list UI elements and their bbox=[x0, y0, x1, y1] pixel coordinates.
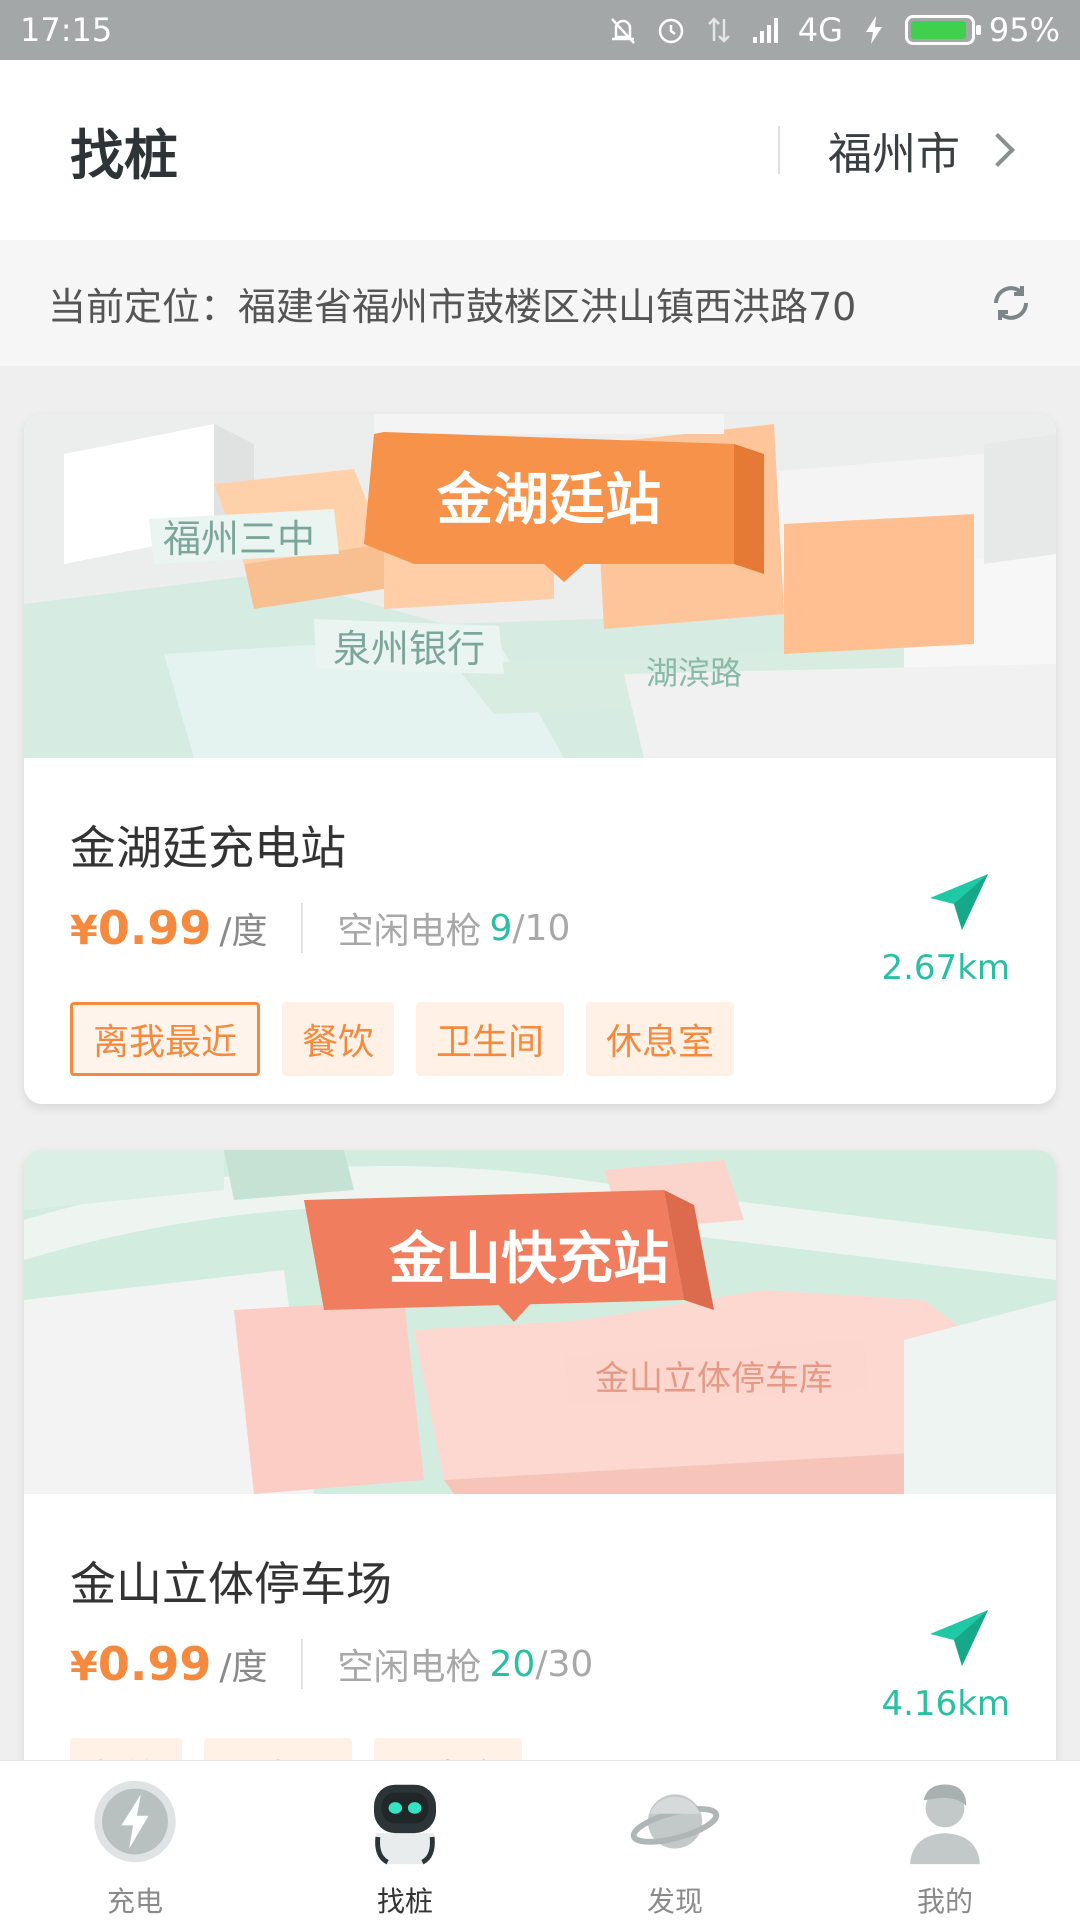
tab-label: 发现 bbox=[646, 1885, 703, 1918]
tab-discover[interactable]: 发现 bbox=[540, 1761, 810, 1920]
tab-find-pile[interactable]: 找桩 bbox=[270, 1761, 540, 1920]
station-name: 金湖廷充电站 bbox=[70, 821, 346, 875]
tab-mine[interactable]: 我的 bbox=[810, 1761, 1080, 1920]
tab-label: 充电 bbox=[106, 1885, 163, 1918]
divider bbox=[301, 903, 304, 953]
map-label: 福州三中 bbox=[163, 517, 315, 561]
tab-label: 找桩 bbox=[376, 1885, 433, 1918]
page-title: 找桩 bbox=[70, 123, 178, 187]
map-label: 湖滨路 bbox=[646, 654, 742, 692]
idle-guns-label: 空闲电枪 bbox=[337, 1647, 482, 1688]
currency-symbol: ¥ bbox=[70, 1644, 98, 1690]
tag-nearest: 离我最近 bbox=[70, 1002, 261, 1076]
station-map-image: 金山快充站 金山立体停车库 bbox=[24, 1150, 1056, 1494]
tag-list: 离我最近 餐饮 卫生间 休息室 bbox=[70, 1002, 1010, 1076]
alarm-icon bbox=[658, 18, 683, 44]
map-station-title: 金湖廷站 bbox=[436, 468, 661, 533]
idle-guns-total: /10 bbox=[512, 907, 571, 949]
signal-icon bbox=[752, 18, 778, 43]
idle-guns-free: 9 bbox=[489, 907, 513, 949]
price-row: ¥0.99 /度 空闲电枪 20/30 bbox=[70, 1632, 1010, 1696]
idle-guns-label: 空闲电枪 bbox=[337, 911, 482, 952]
map-label: 泉州银行 bbox=[333, 627, 485, 671]
price: ¥0.99 bbox=[70, 1637, 211, 1691]
current-location-bar: 当前定位：福建省福州市鼓楼区洪山镇西洪路70 bbox=[0, 240, 1080, 366]
status-time: 17:15 bbox=[20, 11, 113, 49]
currency-symbol: ¥ bbox=[70, 908, 98, 954]
idle-guns-total: /30 bbox=[535, 1643, 594, 1685]
city-name: 福州市 bbox=[828, 129, 960, 180]
price-unit: /度 bbox=[219, 1647, 268, 1688]
distance: 2.67km bbox=[881, 948, 1010, 988]
station-map-image: 金湖廷站 福州三中 泉州银行 湖滨路 bbox=[24, 414, 1056, 758]
current-location-text: 当前定位：福建省福州市鼓楼区洪山镇西洪路70 bbox=[48, 284, 857, 329]
bottom-nav: 充电 找桩 发现 我的 bbox=[0, 1760, 1080, 1920]
planet-icon bbox=[630, 1794, 720, 1849]
data-arrows-icon bbox=[707, 17, 730, 43]
robot-icon bbox=[374, 1784, 436, 1865]
station-info: 金湖廷充电站 ¥0.99 /度 空闲电枪 9/10 2.67km 离我最近 餐饮… bbox=[24, 812, 1056, 1076]
tab-charge[interactable]: 充电 bbox=[0, 1761, 270, 1920]
charging-icon bbox=[865, 16, 882, 44]
battery-icon bbox=[904, 15, 981, 45]
navigate-icon[interactable] bbox=[924, 866, 994, 936]
divider bbox=[301, 1639, 304, 1689]
tag: 休息室 bbox=[586, 1002, 735, 1076]
station-card[interactable]: 金山快充站 金山立体停车库 金山立体停车场 ¥0.99 /度 空闲电枪 20/3… bbox=[24, 1150, 1056, 1850]
mute-icon bbox=[610, 18, 635, 44]
station-name: 金山立体停车场 bbox=[70, 1557, 392, 1611]
user-icon bbox=[910, 1784, 980, 1865]
price-value: 0.99 bbox=[97, 901, 212, 955]
lightning-icon bbox=[94, 1780, 176, 1863]
tab-label: 我的 bbox=[916, 1885, 973, 1918]
tag: 餐饮 bbox=[282, 1002, 395, 1076]
navigate-icon[interactable] bbox=[924, 1602, 994, 1672]
price-value: 0.99 bbox=[97, 1637, 212, 1691]
refresh-icon[interactable] bbox=[988, 280, 1034, 326]
price-row: ¥0.99 /度 空闲电枪 9/10 bbox=[70, 896, 1010, 960]
city-selector[interactable]: 福州市 bbox=[828, 118, 1015, 182]
price: ¥0.99 bbox=[70, 901, 211, 955]
map-station-title: 金山快充站 bbox=[388, 1227, 669, 1292]
station-card[interactable]: 金湖廷站 福州三中 泉州银行 湖滨路 金湖廷充电站 ¥0.99 /度 空闲电枪 … bbox=[24, 414, 1056, 1104]
distance: 4.16km bbox=[881, 1684, 1010, 1724]
header: 找桩 福州市 bbox=[0, 60, 1080, 240]
status-bar: 17:15 4G 95% bbox=[0, 0, 1080, 60]
header-divider bbox=[778, 126, 780, 174]
battery-percent: 95% bbox=[988, 11, 1060, 49]
map-label: 金山立体停车库 bbox=[595, 1359, 833, 1399]
price-unit: /度 bbox=[219, 911, 268, 952]
tag: 卫生间 bbox=[416, 1002, 565, 1076]
chevron-right-icon bbox=[981, 133, 1015, 167]
idle-guns-free: 20 bbox=[489, 1643, 536, 1685]
status-right: 4G 95% bbox=[606, 11, 1060, 49]
network-type: 4G bbox=[797, 11, 843, 49]
